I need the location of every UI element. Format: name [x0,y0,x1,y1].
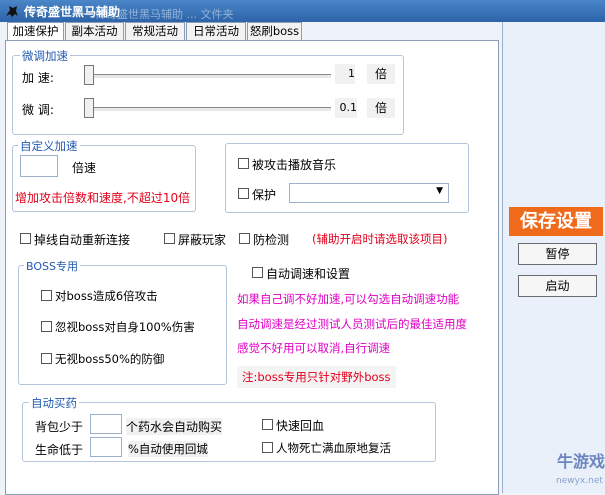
hp-label: 生命低于 [35,443,84,457]
hide-players-label: 屏蔽玩家 [178,233,227,247]
revive-label: 人物死亡满血原地复活 [276,441,391,455]
boss-6x-label: 对boss造成6倍攻击 [55,289,158,303]
watermark-logo: 牛游戏 [556,452,605,471]
micro-slider-thumb[interactable] [84,98,94,118]
start-button[interactable]: 启动 [518,275,597,297]
protect-checkbox[interactable] [238,188,249,199]
fine-tune-legend: 微调加速 [20,48,70,64]
protect-label: 保护 [252,188,277,202]
pause-button[interactable]: 暂停 [518,243,597,265]
speed-unit: 倍 [367,64,395,84]
anti-detect-checkbox[interactable] [239,233,250,244]
anti-detect-note: (辅助开启时请选取该项目) [312,232,448,246]
boss-ignore-defense-label: 无视boss50%的防御 [55,352,165,366]
window-title: 传奇盛世黑马辅助 [24,5,121,19]
play-music-label: 被攻击播放音乐 [252,158,337,172]
boss-ignore-damage-label: 忽视boss对自身100%伤害 [55,320,195,334]
tip-line-3: 感觉不好用可以取消,自行调速 [237,341,391,355]
speed-label: 加 速: [22,71,54,85]
tip-line-2: 自动调速是经过测试人员测试后的最佳适用度 [237,317,467,331]
reconnect-checkbox[interactable] [20,233,31,244]
speed-slider-thumb[interactable] [84,65,94,85]
hp-suffix: %自动使用回城 [128,441,208,457]
boss-ignore-defense-checkbox[interactable] [41,353,52,364]
multiplier-unit: 倍速 [72,161,97,175]
custom-legend: 自定义加速 [18,138,80,154]
bag-suffix: 个药水会自动购买 [126,418,223,435]
boss-ignore-damage-checkbox[interactable] [41,321,52,332]
quick-heal-checkbox[interactable] [262,419,273,430]
custom-warning: 增加攻击倍数和速度,不超过10倍 [15,191,191,205]
speed-value: 1 [335,64,355,84]
quick-heal-label: 快速回血 [276,419,325,433]
tip-line-1: 如果自己调不好加速,可以勾选自动调速功能 [237,292,460,306]
tab-boss[interactable]: 怒刷boss [247,22,302,40]
horse-logo-icon [6,6,18,17]
boss-note: 注:boss专用只针对野外boss [237,366,396,388]
revive-checkbox[interactable] [262,442,273,453]
auto-tune-checkbox[interactable] [252,267,263,278]
anti-detect-label: 防检测 [253,233,290,247]
tab-dungeon[interactable]: 副本活动 [65,22,124,40]
tab-daily[interactable]: 日常活动 [186,22,246,40]
boss-6x-checkbox[interactable] [41,290,52,301]
micro-value: 0.1 [335,98,357,118]
micro-label: 微 调: [22,103,54,117]
boss-legend: BOSS专用 [24,258,80,274]
watermark-url: newyx.net [556,476,603,486]
hp-threshold-input[interactable] [90,437,122,457]
chevron-down-icon: ▼ [436,186,443,196]
multiplier-input[interactable] [20,155,58,177]
auto-tune-label: 自动调速和设置 [266,267,351,281]
tab-speed-protect[interactable]: 加速保护 [7,22,64,41]
bag-count-input[interactable] [90,414,122,434]
micro-slider[interactable] [90,107,331,111]
hide-players-checkbox[interactable] [164,233,175,244]
bag-label: 背包少于 [35,420,84,434]
micro-unit: 倍 [367,98,395,118]
auto-buy-legend: 自动买药 [29,395,79,411]
save-settings-button[interactable]: 保存设置 [509,207,603,236]
play-music-checkbox[interactable] [238,158,249,169]
protect-select[interactable]: ▼ [289,183,449,203]
tab-regular[interactable]: 常规活动 [125,22,185,40]
speed-slider[interactable] [90,74,331,78]
reconnect-label: 掉线自动重新连接 [34,233,131,247]
